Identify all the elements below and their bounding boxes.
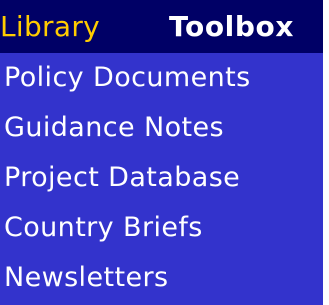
menu-item-project-database[interactable]: Project Database	[0, 153, 323, 203]
library-nav-widget: Library Toolbox Policy Documents Guidanc…	[0, 0, 329, 305]
tab-bar: Library Toolbox	[0, 0, 323, 53]
menu-item-country-briefs[interactable]: Country Briefs	[0, 203, 323, 253]
library-menu: Policy Documents Guidance Notes Project …	[0, 53, 323, 303]
tab-toolbox[interactable]: Toolbox	[169, 11, 294, 43]
menu-item-guidance-notes[interactable]: Guidance Notes	[0, 103, 323, 153]
menu-item-policy-documents[interactable]: Policy Documents	[0, 53, 323, 103]
nav-panel: Library Toolbox Policy Documents Guidanc…	[0, 0, 323, 305]
tab-library[interactable]: Library	[0, 11, 100, 43]
menu-item-newsletters[interactable]: Newsletters	[0, 253, 323, 303]
